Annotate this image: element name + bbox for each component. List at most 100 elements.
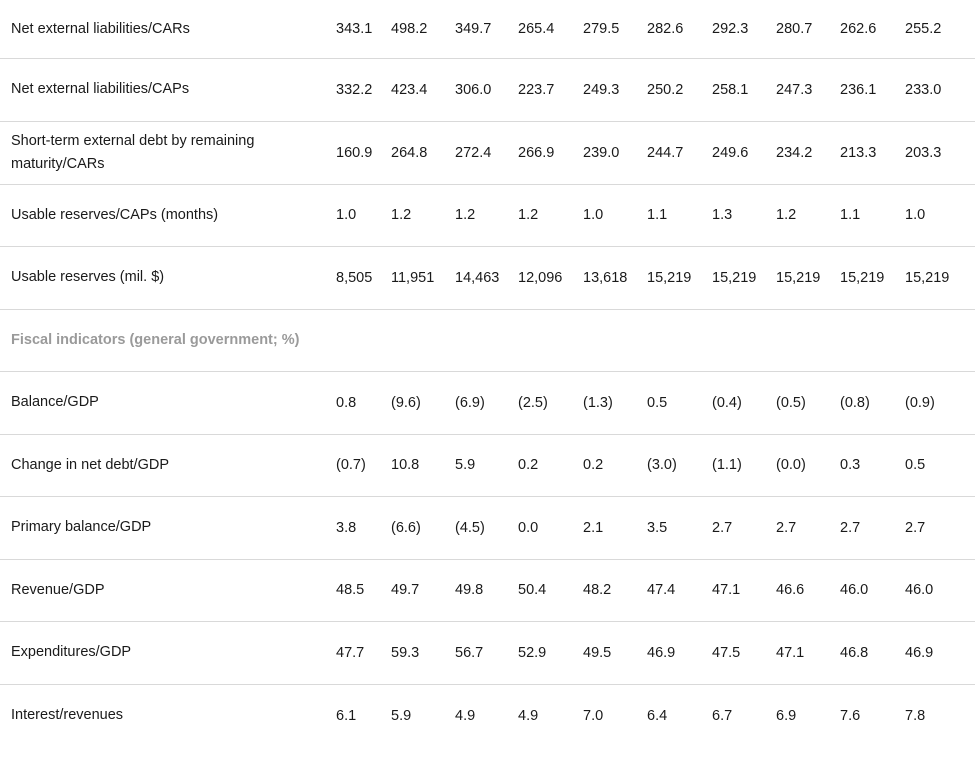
row-value: 3.5 (647, 519, 668, 536)
table-row: Short-term external debt by remaining ma… (0, 122, 975, 185)
row-value: 0.0 (518, 519, 539, 536)
row-value: 6.1 (336, 707, 357, 724)
row-value: 2.7 (905, 519, 926, 536)
row-value: (0.7) (336, 457, 366, 474)
row-value: 4.9 (518, 707, 539, 724)
row-value: 2.7 (840, 519, 861, 536)
row-value: 213.3 (840, 144, 877, 161)
row-value: 349.7 (455, 21, 492, 37)
row-value: (0.0) (776, 457, 806, 474)
row-value: 423.4 (391, 81, 428, 98)
row-value: 1.2 (776, 207, 797, 224)
row-value: 233.0 (905, 81, 942, 98)
row-value: 0.5 (647, 394, 668, 411)
row-value: 56.7 (455, 644, 484, 661)
row-value: 266.9 (518, 144, 555, 161)
row-label: Short-term external debt by remaining ma… (11, 132, 255, 172)
row-label: Revenue/GDP (11, 581, 105, 598)
row-value: 272.4 (455, 144, 492, 161)
row-value: 1.0 (583, 207, 604, 224)
row-value: 8,505 (336, 269, 373, 286)
row-value: 244.7 (647, 144, 684, 161)
row-value: 2.1 (583, 519, 604, 536)
table-row: Revenue/GDP 48.5 49.7 49.8 50.4 48.2 47.… (0, 560, 975, 622)
row-value: 49.8 (455, 582, 484, 599)
row-value: 47.4 (647, 582, 676, 599)
row-value: 306.0 (455, 81, 492, 98)
row-value: 46.6 (776, 582, 805, 599)
row-value: (3.0) (647, 457, 677, 474)
row-value: 46.8 (840, 644, 869, 661)
row-value: 48.2 (583, 582, 612, 599)
row-value: 47.1 (776, 644, 805, 661)
row-value: 10.8 (391, 457, 420, 474)
row-value: 279.5 (583, 21, 620, 37)
section-header-row: Fiscal indicators (general government; %… (0, 310, 975, 372)
table-row: Net external liabilities/CARs 343.1 498.… (0, 0, 975, 59)
row-value: (0.8) (840, 394, 870, 411)
row-value: 46.0 (905, 582, 934, 599)
row-value: 2.7 (712, 519, 733, 536)
row-value: 498.2 (391, 21, 428, 37)
row-value: 5.9 (391, 707, 412, 724)
row-value: 247.3 (776, 81, 813, 98)
row-value: 0.2 (583, 457, 604, 474)
data-table: Net external liabilities/CARs 343.1 498.… (0, 0, 975, 747)
row-label: Change in net debt/GDP (11, 456, 169, 473)
row-value: 15,219 (905, 269, 950, 286)
row-label: Primary balance/GDP (11, 519, 152, 536)
row-value: 7.6 (840, 707, 861, 724)
row-value: 7.0 (583, 707, 604, 724)
row-value: 14,463 (455, 269, 500, 286)
row-value: 47.1 (712, 582, 741, 599)
row-label: Expenditures/GDP (11, 644, 132, 661)
row-value: (0.4) (712, 394, 742, 411)
row-value: (2.5) (518, 394, 548, 411)
table-row: Interest/revenues 6.1 5.9 4.9 4.9 7.0 6.… (0, 685, 975, 748)
row-value: 7.8 (905, 707, 926, 724)
row-value: 262.6 (840, 21, 877, 37)
row-value: 6.4 (647, 707, 668, 724)
row-value: 343.1 (336, 21, 373, 37)
row-value: 5.9 (455, 457, 476, 474)
row-value: (6.9) (455, 394, 485, 411)
row-value: 6.7 (712, 707, 733, 724)
row-value: 6.9 (776, 707, 797, 724)
row-value: 1.3 (712, 207, 733, 224)
row-value: 1.0 (336, 207, 357, 224)
row-value: 160.9 (336, 144, 373, 161)
row-label: Net external liabilities/CARs (11, 20, 190, 37)
row-value: 282.6 (647, 21, 684, 37)
row-value: 0.3 (840, 457, 861, 474)
row-value: 46.0 (840, 582, 869, 599)
row-value: 47.5 (712, 644, 741, 661)
row-value: 1.1 (840, 207, 861, 224)
row-label: Net external liabilities/CAPs (11, 81, 190, 98)
table-row: Balance/GDP 0.8 (9.6) (6.9) (2.5) (1.3) … (0, 372, 975, 435)
row-value: 223.7 (518, 81, 555, 98)
row-value: 48.5 (336, 582, 365, 599)
row-value: 59.3 (391, 644, 420, 661)
row-value: 280.7 (776, 21, 813, 37)
row-value: (0.5) (776, 394, 806, 411)
row-value: 1.2 (518, 207, 539, 224)
row-value: 0.5 (905, 457, 926, 474)
table-row: Change in net debt/GDP (0.7) 10.8 5.9 0.… (0, 435, 975, 497)
row-value: 234.2 (776, 144, 813, 161)
row-value: 236.1 (840, 81, 877, 98)
row-value: 46.9 (905, 644, 934, 661)
row-value: 15,219 (712, 269, 757, 286)
table-row: Expenditures/GDP 47.7 59.3 56.7 52.9 49.… (0, 622, 975, 685)
row-value: 47.7 (336, 644, 365, 661)
row-value: 265.4 (518, 21, 555, 37)
row-value: 15,219 (776, 269, 821, 286)
row-value: (6.6) (391, 519, 421, 536)
row-value: 239.0 (583, 144, 620, 161)
table-row: Primary balance/GDP 3.8 (6.6) (4.5) 0.0 … (0, 497, 975, 560)
table-row: Usable reserves/CAPs (months) 1.0 1.2 1.… (0, 185, 975, 247)
row-value: 258.1 (712, 81, 749, 98)
row-value: 255.2 (905, 21, 942, 37)
row-value: (0.9) (905, 394, 935, 411)
row-value: 3.8 (336, 519, 357, 536)
row-value: 1.1 (647, 207, 668, 224)
